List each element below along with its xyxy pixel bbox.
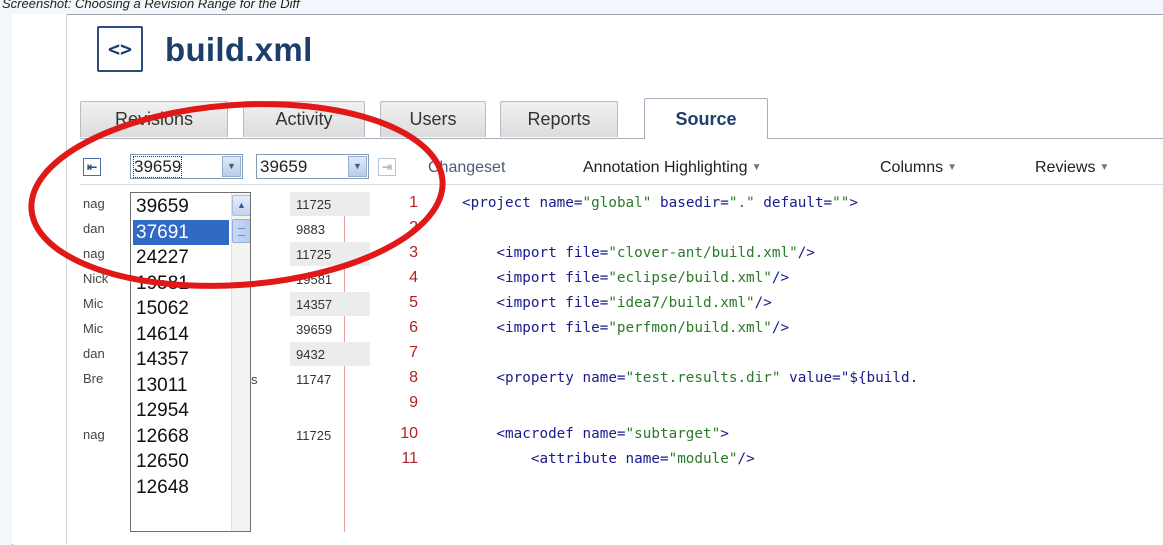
source-code-line: <import file="clover-ant/build.xml"/>	[462, 245, 815, 261]
revision-option[interactable]: 15062	[133, 296, 229, 321]
revision-option[interactable]: 12954	[133, 398, 229, 423]
revision-option[interactable]: 14357	[133, 347, 229, 372]
revision-cell[interactable]: 11725	[290, 423, 370, 447]
annotation-highlighting-menu[interactable]: Annotation Highlighting ▼	[583, 159, 761, 177]
to-revision-value: 39659	[260, 157, 308, 176]
changeset-label: Changeset	[428, 159, 506, 176]
revision-cell[interactable]: 11725	[290, 242, 370, 266]
revision-cell[interactable]: 11747	[290, 367, 370, 391]
author-cell[interactable]: dan	[83, 221, 105, 236]
line-number: 10	[400, 425, 418, 442]
tab-users[interactable]: Users	[380, 101, 486, 137]
line-number: 3	[409, 244, 418, 261]
from-revision-value: 39659	[132, 156, 183, 178]
revision-option[interactable]: 13011	[133, 373, 229, 398]
line-number: 1	[409, 194, 418, 211]
source-code-line: <import file="eclipse/build.xml"/>	[462, 270, 790, 286]
author-cell[interactable]: Mic	[83, 296, 103, 311]
revision-option[interactable]: 14614	[133, 322, 229, 347]
changeset-link[interactable]: Changeset	[428, 159, 505, 177]
revision-cell[interactable]: 9883	[290, 217, 370, 241]
line-number: 11	[401, 450, 418, 467]
revision-cell[interactable]: 19581	[290, 267, 370, 291]
line-number: 4	[409, 269, 418, 286]
columns-label: Columns	[880, 159, 944, 176]
scroll-up-icon[interactable]: ▲	[232, 195, 250, 216]
tab-source[interactable]: Source	[644, 98, 768, 139]
caret-down-icon: ▼	[947, 162, 958, 173]
revision-cell[interactable]: 11725	[290, 192, 370, 216]
author-cell[interactable]: nag	[83, 196, 105, 211]
line-number: 5	[409, 294, 418, 311]
revision-cell[interactable]	[290, 392, 370, 416]
chevron-down-icon: ▼	[222, 156, 241, 177]
revision-option[interactable]: 12648	[133, 475, 229, 500]
source-toolbar: ⇤ 39659 ▼ 39659 ▼ ⇥ Changeset Annotation…	[80, 150, 1163, 185]
page-title: build.xml	[165, 31, 313, 68]
from-revision-select[interactable]: 39659 ▼	[130, 154, 243, 179]
left-gutter	[12, 14, 67, 544]
revision-option[interactable]: 12650	[133, 449, 229, 474]
revision-option[interactable]: 12668	[133, 424, 229, 449]
tab-revisions[interactable]: Revisions	[80, 101, 228, 137]
revision-cell[interactable]: 9432	[290, 342, 370, 366]
reviews-menu[interactable]: Reviews ▼	[1035, 159, 1109, 177]
author-cell[interactable]: nag	[83, 246, 105, 261]
tab-reports[interactable]: Reports	[500, 101, 618, 137]
code-file-icon: <>	[97, 26, 143, 72]
revision-option[interactable]: 19581	[133, 271, 229, 296]
annotation-highlighting-label: Annotation Highlighting	[583, 159, 748, 176]
reviews-label: Reviews	[1035, 159, 1096, 176]
to-revision-select[interactable]: 39659 ▼	[256, 154, 369, 179]
revision-option[interactable]: 39659	[133, 194, 229, 219]
source-code-line: <import file="idea7/build.xml"/>	[462, 295, 772, 311]
tab-bar: Revisions Activity Users Reports Source	[80, 98, 1163, 139]
diff-left-arrow-icon[interactable]: ⇤	[83, 158, 101, 176]
source-code-line: <project name="global" basedir="." defau…	[462, 195, 858, 211]
revision-option[interactable]: 37691	[133, 219, 229, 245]
author-cell[interactable]: Bre	[83, 371, 103, 386]
line-number: 7	[409, 344, 418, 361]
line-number: 2	[409, 219, 418, 236]
source-code-line: <property name="test.results.dir" value=…	[462, 370, 919, 386]
line-number: 9	[409, 394, 418, 411]
tab-activity[interactable]: Activity	[243, 101, 365, 137]
caret-down-icon: ▼	[751, 162, 762, 173]
revision-cell[interactable]	[290, 448, 370, 472]
author-cell[interactable]: nag	[83, 427, 105, 442]
scroll-thumb[interactable]	[232, 219, 250, 243]
line-number: 8	[409, 369, 418, 386]
author-cell[interactable]: Mic	[83, 321, 103, 336]
dropdown-scrollbar[interactable]: ▲	[231, 193, 250, 531]
diff-right-arrow-icon[interactable]: ⇥	[378, 158, 396, 176]
source-code-line: <macrodef name="subtarget">	[462, 426, 729, 442]
revision-cell[interactable]: 39659	[290, 317, 370, 341]
chevron-down-icon: ▼	[348, 156, 367, 177]
line-number: 6	[409, 319, 418, 336]
revision-option[interactable]: 24227	[133, 245, 229, 270]
columns-menu[interactable]: Columns ▼	[880, 159, 957, 177]
caret-down-icon: ▼	[1099, 162, 1110, 173]
source-code-line: <import file="perfmon/build.xml"/>	[462, 320, 790, 336]
author-cell[interactable]: dan	[83, 346, 105, 361]
figure-caption: Screenshot: Choosing a Revision Range fo…	[2, 0, 300, 11]
source-code-line: <attribute name="module"/>	[462, 451, 755, 467]
revision-cell[interactable]: 14357	[290, 292, 370, 316]
from-revision-dropdown-list[interactable]: 12648 12650 12668 12954 13011 14357 14614 15062…	[130, 192, 251, 532]
author-cell[interactable]: Nick	[83, 271, 108, 286]
